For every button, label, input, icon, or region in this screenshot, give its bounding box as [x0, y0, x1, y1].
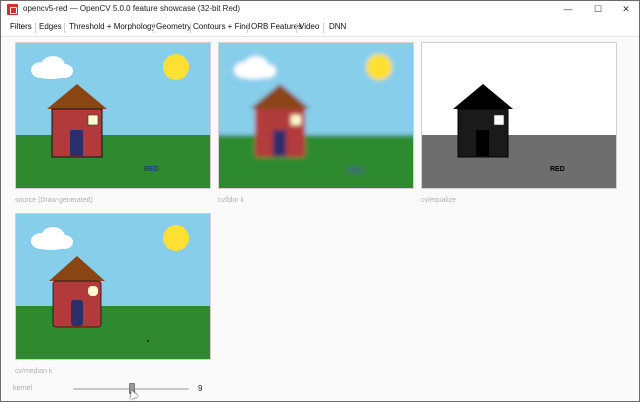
image-blur — [218, 42, 414, 189]
title-bar: opencv5-red — OpenCV 5.0.0 feature showc… — [1, 1, 639, 18]
tab-edges[interactable]: Edges — [39, 22, 62, 31]
tab-separator — [323, 23, 324, 33]
overlay-text: RED — [144, 166, 159, 173]
tab-threshold-morphology[interactable]: Threshold + Morphology — [69, 22, 156, 31]
caption-blur: cv/blur k — [218, 197, 245, 204]
kernel-label: kernel — [13, 385, 33, 392]
tab-filters[interactable]: Filters — [10, 22, 32, 31]
scene-blur — [219, 43, 413, 188]
caption-source: source (Draw-generated) — [15, 197, 93, 204]
caption-median: cv/median k — [15, 368, 53, 375]
tab-contours-find[interactable]: Contours + Find — [193, 22, 250, 31]
tab-separator — [153, 23, 154, 33]
minimize-button[interactable]: — — [553, 1, 583, 18]
sun-icon — [163, 225, 189, 251]
sun-icon — [163, 54, 189, 80]
kernel-value: 9 — [198, 384, 203, 393]
scene-equalize — [422, 43, 616, 188]
image-median — [15, 213, 211, 360]
tab-dnn[interactable]: DNN — [329, 22, 346, 31]
tab-bar: Filters Edges Threshold + Morphology Geo… — [1, 19, 639, 37]
tab-separator — [64, 23, 65, 33]
close-button[interactable]: ✕ — [611, 1, 640, 18]
maximize-button[interactable]: ☐ — [583, 1, 613, 18]
caption-equalize: cv/equalize — [421, 197, 457, 204]
tab-separator — [296, 23, 297, 33]
app-icon — [7, 4, 18, 15]
tab-geometry[interactable]: Geometry — [156, 22, 191, 31]
tab-separator — [35, 23, 36, 33]
image-source: RED — [15, 42, 211, 189]
tab-video[interactable]: Video — [299, 22, 319, 31]
scene-median — [16, 214, 210, 359]
tab-separator — [247, 23, 248, 33]
image-equalize: RED — [421, 42, 617, 189]
app-window: opencv5-red — OpenCV 5.0.0 feature showc… — [0, 0, 640, 402]
tab-separator — [190, 23, 191, 33]
overlay-text: RED — [550, 166, 565, 173]
tab-orb-features[interactable]: ORB Features — [251, 22, 302, 31]
window-title: opencv5-red — OpenCV 5.0.0 feature showc… — [23, 4, 241, 13]
scene-source — [16, 43, 210, 188]
